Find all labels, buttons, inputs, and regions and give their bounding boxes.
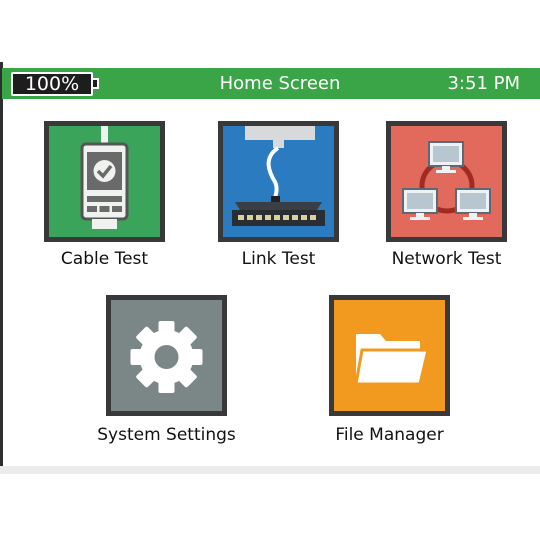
battery-level-label: 100% bbox=[24, 73, 80, 95]
cable-tester-icon bbox=[44, 121, 165, 242]
screen-bezel-edge bbox=[0, 62, 3, 470]
network-computers-icon bbox=[386, 121, 507, 242]
network-test-button[interactable]: Network Test bbox=[386, 121, 507, 276]
file-manager-label: File Manager bbox=[335, 425, 444, 445]
cable-test-button[interactable]: Cable Test bbox=[44, 121, 165, 276]
gear-icon bbox=[106, 295, 227, 416]
network-switch-icon bbox=[218, 121, 339, 242]
network-test-label: Network Test bbox=[391, 249, 502, 269]
screen-title: Home Screen bbox=[219, 73, 341, 94]
file-manager-button[interactable]: File Manager bbox=[329, 295, 450, 450]
battery-indicator: 100% bbox=[11, 72, 93, 96]
battery-terminal-icon bbox=[93, 78, 99, 89]
clock: 3:51 PM bbox=[447, 73, 520, 94]
system-settings-button[interactable]: System Settings bbox=[97, 295, 236, 450]
system-settings-label: System Settings bbox=[97, 425, 236, 445]
screen-bottom-edge bbox=[0, 466, 540, 474]
folder-icon bbox=[329, 295, 450, 416]
home-screen: 100% Home Screen 3:51 PM Cable Test Link… bbox=[0, 0, 540, 540]
link-test-button[interactable]: Link Test bbox=[218, 121, 339, 276]
cable-test-label: Cable Test bbox=[60, 249, 149, 269]
